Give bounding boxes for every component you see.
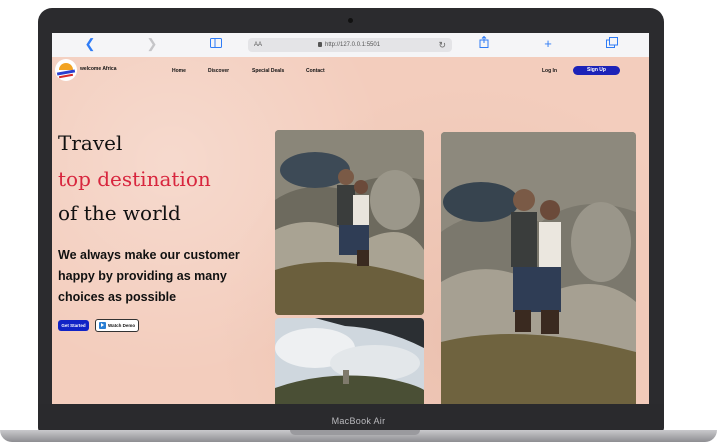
reload-icon[interactable]: ↻ <box>438 38 446 52</box>
hero-title-line3: of the world <box>58 201 181 225</box>
watch-demo-button[interactable]: Watch Demo <box>95 319 139 332</box>
get-started-button[interactable]: Get Started <box>58 320 89 331</box>
url-text: http://127.0.0.1:5501 <box>325 42 381 48</box>
laptop-base: MacBook Air <box>0 404 717 442</box>
watch-demo-label: Watch Demo <box>108 323 136 328</box>
back-icon[interactable]: ❮ <box>82 36 98 52</box>
brand-name: welcome Africa <box>80 66 117 72</box>
hero-tagline: We always make our customer happy by pro… <box>58 248 240 304</box>
hero-photo-landscape <box>275 318 424 406</box>
tabs-overview-icon[interactable] <box>604 36 620 52</box>
nav-special-deals[interactable]: Special Deals <box>252 68 284 74</box>
logo[interactable] <box>55 59 77 81</box>
model-label: MacBook Air <box>331 416 386 426</box>
browser-toolbar: ❮ ❯ AA http://127.0.0.1:5501 ↻ + <box>52 33 649 58</box>
nav-contact[interactable]: Contact <box>306 68 325 74</box>
nav-home[interactable]: Home <box>172 68 186 74</box>
share-icon[interactable] <box>476 35 492 52</box>
signup-button[interactable]: Sign Up <box>573 66 620 75</box>
hero-photo-couple-large <box>441 132 636 406</box>
login-link[interactable]: Log In <box>542 68 557 74</box>
sidebar-icon[interactable] <box>208 36 224 52</box>
reader-button[interactable]: AA <box>254 38 262 52</box>
hero-title-line1: Travel <box>58 131 123 155</box>
hero-title-line2: top destination <box>58 167 211 191</box>
forward-icon[interactable]: ❯ <box>144 36 160 52</box>
web-page: welcome Africa Home Discover Special Dea… <box>52 57 649 406</box>
lock-icon <box>318 42 322 47</box>
nav-discover[interactable]: Discover <box>208 68 229 74</box>
camera <box>348 18 353 23</box>
play-icon <box>99 322 106 329</box>
address-bar[interactable]: AA http://127.0.0.1:5501 ↻ <box>248 38 452 52</box>
screen: ❮ ❯ AA http://127.0.0.1:5501 ↻ + welcome… <box>52 33 649 406</box>
hero-photo-couple-small <box>275 130 424 315</box>
new-tab-icon[interactable]: + <box>540 36 556 52</box>
